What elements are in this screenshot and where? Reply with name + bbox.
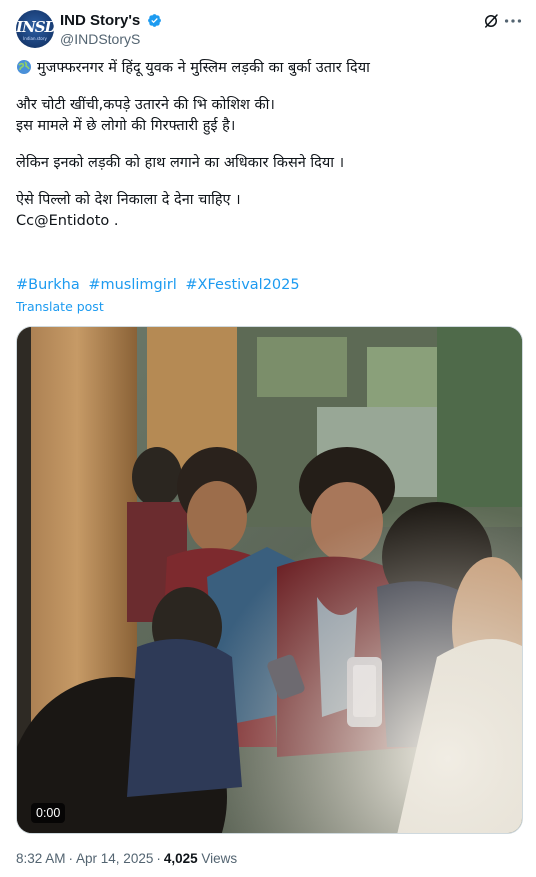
post-text-line4: लेकिन इनको लड़की को हाथ लगाने का अधिकार … [16, 155, 345, 171]
hashtag-link[interactable]: #Burkha [16, 277, 80, 293]
post-text-line1: मुजफ्फरनगर में हिंदू युवक ने मुस्लिम लड़… [37, 60, 370, 76]
post-text-line6: Cc@Entidoto . [16, 213, 119, 229]
post-text-line3: इस मामले में छे लोगो की गिरफ्तारी हुई है… [16, 118, 236, 134]
author-names: IND Story's @INDStoryS [60, 10, 162, 47]
author-display-name[interactable]: IND Story's [60, 12, 140, 29]
globe-icon [17, 60, 31, 74]
translate-post-link[interactable]: Translate post [16, 299, 104, 314]
avatar-logo-text: INSD [16, 18, 54, 36]
post-meta: 8:32 AM · Apr 14, 2025 · 4,025 Views [16, 851, 237, 866]
more-icon[interactable] [502, 10, 524, 32]
verified-badge-icon [148, 14, 162, 27]
video-duration: 0:00 [31, 803, 66, 823]
post-header: INSD Indian.story IND Story's @INDStoryS [16, 10, 522, 50]
post-date[interactable]: Apr 14, 2025 [76, 851, 153, 866]
post-line-1: मुजफ्फरनगर में हिंदू युवक ने मुस्लिम लड़… [16, 58, 520, 79]
post-time[interactable]: 8:32 AM [16, 851, 66, 866]
author-handle[interactable]: @INDStoryS [60, 31, 162, 47]
views-count: 4,025 [163, 851, 198, 866]
video-frame [17, 327, 522, 833]
hashtag-list: #Burkha #muslimgirl #XFestival2025 [16, 275, 304, 296]
grok-icon[interactable] [482, 12, 500, 30]
hashtag-link[interactable]: #muslimgirl [88, 277, 176, 293]
video-player[interactable]: 0:00 [16, 326, 523, 834]
post-text-line5: ऐसे पिल्लो को देश निकाला दे देना चाहिए । [16, 192, 241, 208]
post-text-line2: और चोटी खींची,कपड़े उतारने की भि कोशिश क… [16, 97, 275, 113]
avatar-logo-subtext: Indian.story [23, 36, 47, 41]
separator-dot: · [68, 851, 74, 866]
hashtag-link[interactable]: #XFestival2025 [185, 277, 299, 293]
avatar[interactable]: INSD Indian.story [16, 10, 54, 48]
views-label: Views [201, 851, 238, 866]
separator-dot: · [156, 851, 161, 866]
post-text: मुजफ्फरनगर में हिंदू युवक ने मुस्लिम लड़… [16, 58, 520, 232]
